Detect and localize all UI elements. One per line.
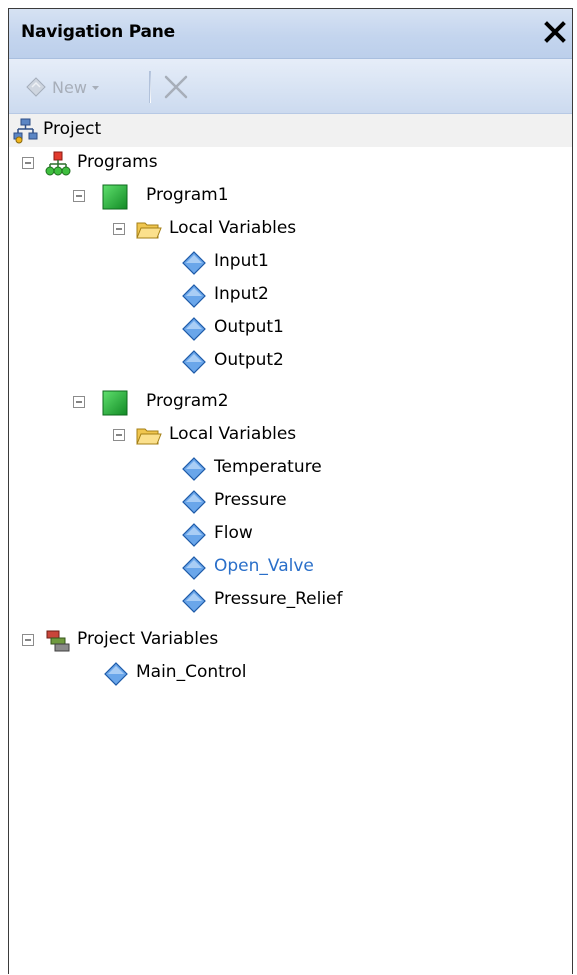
variable-diamond-icon — [182, 589, 206, 613]
tree-item-project[interactable]: Project — [9, 114, 572, 147]
tree-item-program2[interactable]: Program2 — [9, 386, 572, 419]
variable-diamond-icon — [104, 662, 128, 686]
tree-item-label: Programs — [77, 152, 158, 172]
tree-item-variable[interactable]: Output2 — [9, 345, 572, 378]
tree-item-variable[interactable]: Pressure — [9, 485, 572, 518]
tree-item-label: Main_Control — [136, 662, 247, 682]
tree-item-label: Local Variables — [169, 218, 297, 238]
tree-item-programs[interactable]: Programs — [9, 147, 572, 180]
variable-diamond-icon — [182, 556, 206, 580]
folder-open-icon — [136, 428, 162, 445]
tree-item-variable-highlighted[interactable]: Open_Valve — [9, 551, 572, 584]
toolbar-separator — [149, 71, 151, 103]
tree-item-label: Project — [43, 119, 102, 139]
pane-toolbar: New — [9, 59, 572, 114]
collapse-minus-icon[interactable] — [73, 190, 85, 202]
close-icon[interactable] — [542, 19, 568, 45]
tree-item-label: Pressure — [214, 490, 287, 510]
variable-diamond-icon — [182, 317, 206, 341]
collapse-minus-icon[interactable] — [113, 223, 125, 235]
variable-diamond-icon — [182, 251, 206, 275]
tree-item-label: Local Variables — [169, 424, 297, 444]
collapse-minus-icon[interactable] — [22, 634, 34, 646]
tree-item-label: Project Variables — [77, 629, 219, 649]
tree-item-label: Program1 — [146, 185, 229, 205]
tree-item-label: Output2 — [214, 350, 284, 370]
tree-item-variable[interactable]: Flow — [9, 518, 572, 551]
program-square-icon — [102, 390, 128, 416]
navigation-pane: Navigation Pane New Project Programs Pro… — [8, 8, 573, 974]
variable-diamond-icon — [182, 523, 206, 547]
tree-item-variable[interactable]: Pressure_Relief — [9, 584, 572, 617]
new-button[interactable]: New — [25, 73, 100, 101]
collapse-minus-icon[interactable] — [73, 396, 85, 408]
tree-item-variable[interactable]: Main_Control — [9, 657, 572, 690]
variable-diamond-icon — [182, 457, 206, 481]
tree-item-label: Input2 — [214, 284, 269, 304]
collapse-minus-icon[interactable] — [22, 157, 34, 169]
tree-item-variable[interactable]: Output1 — [9, 312, 572, 345]
pane-title: Navigation Pane — [21, 22, 176, 42]
tree-item-local-variables-program1[interactable]: Local Variables — [9, 213, 572, 246]
new-item-icon — [26, 77, 46, 97]
tree-item-program1[interactable]: Program1 — [9, 180, 572, 213]
tree-item-label: Open_Valve — [214, 556, 314, 576]
programs-tree-icon — [45, 151, 71, 176]
program-square-icon — [102, 184, 128, 210]
delete-icon[interactable] — [161, 72, 191, 102]
pane-title-bar: Navigation Pane — [9, 9, 572, 59]
tree-item-variable[interactable]: Temperature — [9, 452, 572, 485]
tree-item-label: Pressure_Relief — [214, 589, 343, 609]
folder-open-icon — [136, 222, 162, 239]
tree-item-label: Program2 — [146, 391, 229, 411]
tree-item-local-variables-program2[interactable]: Local Variables — [9, 419, 572, 452]
tree-item-variable[interactable]: Input1 — [9, 246, 572, 279]
variable-diamond-icon — [182, 490, 206, 514]
chevron-down-icon — [91, 85, 99, 90]
collapse-minus-icon[interactable] — [113, 429, 125, 441]
tree-item-label: Input1 — [214, 251, 269, 271]
project-variables-icon — [46, 630, 70, 652]
tree-item-variable[interactable]: Input2 — [9, 279, 572, 312]
variable-diamond-icon — [182, 284, 206, 308]
tree-item-label: Temperature — [214, 457, 322, 477]
project-network-icon — [13, 118, 38, 144]
variable-diamond-icon — [182, 350, 206, 374]
new-button-label: New — [52, 77, 87, 97]
tree-item-label: Output1 — [214, 317, 284, 337]
tree-item-label: Flow — [214, 523, 253, 543]
tree-item-project-variables[interactable]: Project Variables — [9, 624, 572, 657]
